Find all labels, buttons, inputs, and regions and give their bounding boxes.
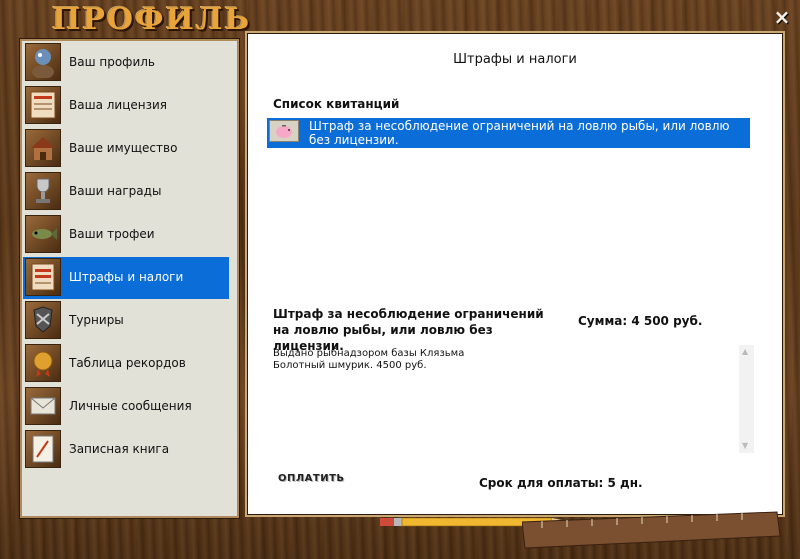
- fine-document-icon: [25, 258, 61, 296]
- pay-button[interactable]: ОПЛАТИТЬ: [278, 473, 345, 484]
- fine-description: Выдано рыбнадзором базы Клязьма Болотный…: [273, 348, 465, 371]
- sidebar-item-label: Таблица рекордов: [69, 356, 186, 370]
- records-icon: [25, 344, 61, 382]
- page-title: Штрафы и налоги: [453, 52, 577, 67]
- tournament-icon: [25, 301, 61, 339]
- sidebar-item-records[interactable]: Таблица рекордов: [23, 343, 229, 385]
- payment-deadline: Срок для оплаты: 5 дн.: [479, 476, 643, 490]
- receipts-list-heading: Список квитанций: [273, 97, 400, 111]
- notebook-icon: [25, 430, 61, 468]
- sidebar-item-label: Турниры: [69, 313, 124, 327]
- sidebar-item-notebook[interactable]: Записная книга: [23, 429, 229, 471]
- sidebar-item-license[interactable]: Ваша лицензия: [23, 85, 229, 127]
- description-scrollbar[interactable]: ▲ ▼: [739, 345, 754, 453]
- profile-icon: [25, 43, 61, 81]
- fine-detail-title: Штраф за несоблюдение ограничений на лов…: [273, 307, 544, 353]
- property-icon: [25, 129, 61, 167]
- sidebar-item-label: Ваши награды: [69, 184, 162, 198]
- sidebar-item-label: Ваш профиль: [69, 55, 155, 69]
- piggy-bank-icon: [269, 120, 299, 142]
- license-icon: [25, 86, 61, 124]
- sidebar-item-trophies[interactable]: Ваши трофеи: [23, 214, 229, 256]
- sidebar: Ваш профиль Ваша лицензия Ваше имущество…: [19, 38, 240, 519]
- scroll-up-icon[interactable]: ▲: [742, 347, 748, 356]
- trophy-fish-icon: [25, 215, 61, 253]
- receipt-list-item[interactable]: Штраф за несоблюдение ограничений на лов…: [267, 118, 750, 148]
- window-title: ПРОФИЛЬ: [52, 2, 252, 37]
- sidebar-item-profile[interactable]: Ваш профиль: [23, 42, 229, 84]
- sidebar-item-label: Ваша лицензия: [69, 98, 167, 112]
- sidebar-item-awards[interactable]: Ваши награды: [23, 171, 229, 213]
- sidebar-item-label: Записная книга: [69, 442, 170, 456]
- content-panel: Штрафы и налоги Список квитанций Штраф з…: [247, 33, 783, 515]
- scroll-down-icon[interactable]: ▼: [742, 441, 748, 450]
- award-icon: [25, 172, 61, 210]
- sidebar-item-property[interactable]: Ваше имущество: [23, 128, 229, 170]
- receipt-text: Штраф за несоблюдение ограничений на лов…: [309, 119, 730, 147]
- sidebar-item-label: Штрафы и налоги: [69, 270, 184, 284]
- sidebar-item-label: Ваши трофеи: [69, 227, 155, 241]
- envelope-icon: [25, 387, 61, 425]
- sidebar-item-label: Ваше имущество: [69, 141, 178, 155]
- ruler-icon: [522, 511, 781, 549]
- sidebar-item-label: Личные сообщения: [69, 399, 192, 413]
- profile-window: ПРОФИЛЬ × Ваш профиль Ваша лицензия Ваше…: [0, 0, 800, 559]
- sidebar-item-fines[interactable]: Штрафы и налоги: [23, 257, 229, 299]
- sidebar-item-tournaments[interactable]: Турниры: [23, 300, 229, 342]
- sidebar-item-messages[interactable]: Личные сообщения: [23, 386, 229, 428]
- fine-amount: Сумма: 4 500 руб.: [578, 314, 703, 328]
- close-button[interactable]: ×: [772, 7, 792, 27]
